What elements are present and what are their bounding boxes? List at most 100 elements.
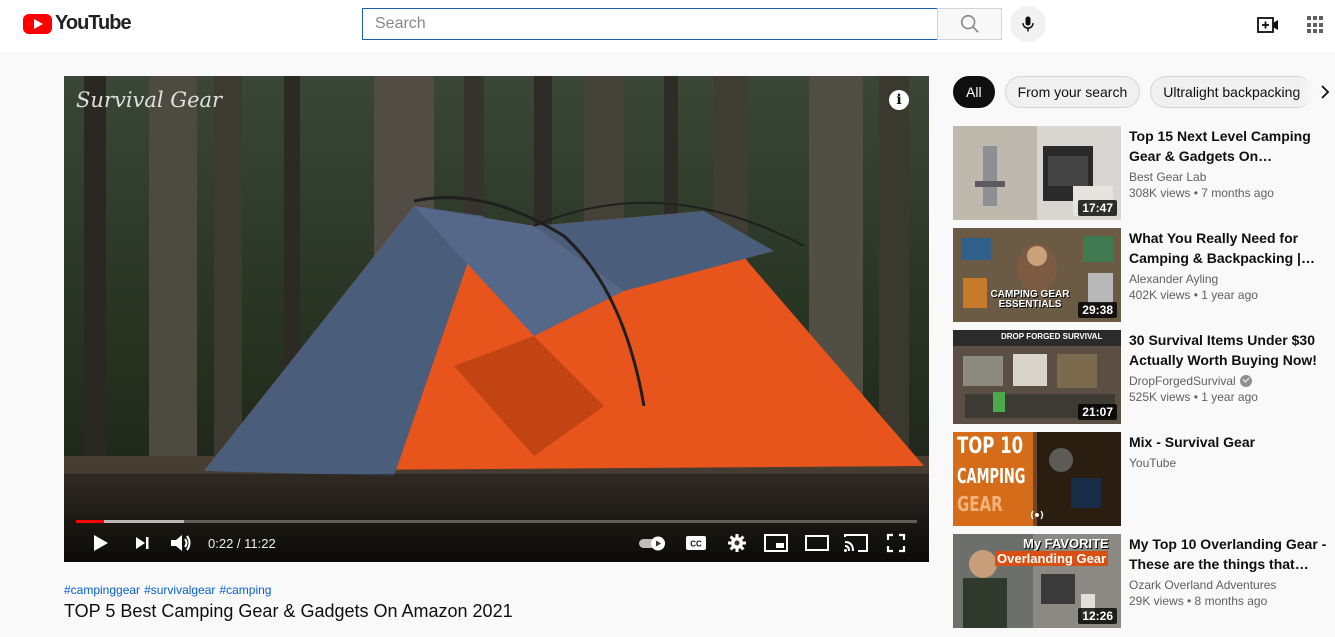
video-stats: 29K views • 8 months ago	[1129, 594, 1268, 608]
captions-icon: CC	[686, 536, 706, 550]
microphone-icon	[1022, 16, 1034, 32]
thumbnail-overlay-text: GEAR	[957, 492, 1003, 516]
filter-chips: All From your search Ultralight backpack…	[953, 76, 1335, 108]
thumbnail-overlay-text: My FAVORITE	[1023, 536, 1109, 551]
video-player[interactable]: Survival Gear i 0:22 / 11:22 CC	[64, 76, 929, 562]
thumbnail-overlay-text: CAMPING GEAR ESSENTIALS	[990, 289, 1070, 310]
chip-all[interactable]: All	[953, 76, 995, 108]
video-thumbnail[interactable]: 17:47	[953, 126, 1121, 220]
volume-button[interactable]	[168, 532, 194, 554]
video-duration: 17:47	[1078, 200, 1117, 216]
progress-played	[76, 520, 104, 523]
channel-name[interactable]: Ozark Overland Adventures	[1129, 578, 1327, 592]
video-meta: #campinggear #survivalgear #camping TOP 5 …	[64, 583, 513, 622]
thumbnail-overlay-text: Overlanding Gear	[995, 551, 1109, 566]
fullscreen-icon	[886, 533, 906, 553]
list-item[interactable]: DROP FORGED SURVIVAL 21:07 30 Survival I…	[953, 330, 1335, 424]
chevron-right-icon	[1321, 85, 1330, 99]
settings-button[interactable]	[725, 532, 749, 554]
masthead: YouTube	[0, 0, 1335, 52]
chip-ultralight-backpacking[interactable]: Ultralight backpacking	[1150, 76, 1314, 108]
thumbnail-overlay-text: TOP 10	[957, 434, 1024, 459]
video-duration: 21:07	[1078, 404, 1117, 420]
miniplayer-button[interactable]	[763, 532, 789, 554]
video-thumbnail[interactable]: My FAVORITE Overlanding Gear 12:26	[953, 534, 1121, 628]
video-thumbnail[interactable]: CAMPING GEAR ESSENTIALS 29:38	[953, 228, 1121, 322]
hashtag-link[interactable]: #campinggear	[64, 583, 140, 597]
youtube-logo[interactable]: YouTube	[23, 12, 132, 35]
video-thumbnail[interactable]: DROP FORGED SURVIVAL 21:07	[953, 330, 1121, 424]
video-title-link[interactable]: 30 Survival Items Under $30 Actually Wor…	[1129, 330, 1327, 370]
mix-overlay	[1037, 432, 1121, 526]
fullscreen-button[interactable]	[884, 532, 908, 554]
svg-text:CC: CC	[690, 540, 702, 549]
time-readout: 0:22 / 11:22	[208, 536, 276, 551]
apps-grid-icon[interactable]	[1305, 14, 1327, 36]
video-title-link[interactable]: What You Really Need for Camping & Backp…	[1129, 228, 1327, 268]
theater-icon	[805, 535, 829, 551]
video-title-link[interactable]: Mix - Survival Gear	[1129, 432, 1327, 452]
next-icon	[136, 537, 149, 549]
chips-next-button[interactable]	[1297, 76, 1335, 108]
video-stats: 402K views • 1 year ago	[1129, 288, 1258, 302]
list-item[interactable]: 17:47 Top 15 Next Level Camping Gear & G…	[953, 126, 1335, 220]
verified-badge-icon	[1239, 375, 1252, 387]
channel-name[interactable]: Alexander Ayling	[1129, 272, 1327, 286]
video-stats: 525K views • 1 year ago	[1129, 390, 1258, 404]
search-bar	[362, 8, 1002, 40]
video-info: Top 15 Next Level Camping Gear & Gadgets…	[1129, 126, 1327, 220]
channel-name-text: Best Gear Lab	[1129, 170, 1207, 184]
chip-from-your-search[interactable]: From your search	[1004, 76, 1141, 108]
channel-name[interactable]: DropForgedSurvival	[1129, 374, 1327, 388]
video-info: Mix - Survival Gear YouTube	[1129, 432, 1327, 526]
progress-bar[interactable]	[76, 520, 917, 523]
hashtag-link[interactable]: #survivalgear	[144, 583, 215, 597]
video-duration: 12:26	[1078, 608, 1117, 624]
channel-name[interactable]: Best Gear Lab	[1129, 170, 1327, 184]
info-icon[interactable]: i	[889, 90, 909, 110]
settings-gear-icon	[728, 534, 746, 552]
list-item[interactable]: TOP 10 CAMPING GEAR Mix - Survival Gear …	[953, 432, 1335, 526]
play-button[interactable]	[88, 532, 112, 554]
play-icon	[94, 535, 108, 551]
live-radio-icon	[1030, 510, 1044, 520]
hashtags: #campinggear #survivalgear #camping	[64, 583, 513, 597]
channel-name-text: YouTube	[1129, 456, 1177, 470]
create-video-icon	[1257, 17, 1278, 33]
channel-name-text: Alexander Ayling	[1129, 272, 1219, 286]
hashtag-link[interactable]: #camping	[219, 583, 271, 597]
captions-button[interactable]: CC	[684, 532, 708, 554]
channel-name-text: Ozark Overland Adventures	[1129, 578, 1277, 592]
autoplay-toggle-icon	[639, 536, 665, 551]
video-stats: 308K views • 7 months ago	[1129, 186, 1274, 200]
channel-name[interactable]: YouTube	[1129, 456, 1327, 470]
video-title-link[interactable]: Top 15 Next Level Camping Gear & Gadgets…	[1129, 126, 1327, 166]
search-icon	[960, 14, 979, 33]
search-button[interactable]	[937, 8, 1002, 40]
mix-thumbnail[interactable]: TOP 10 CAMPING GEAR	[953, 432, 1121, 526]
video-title: TOP 5 Best Camping Gear & Gadgets On Ama…	[64, 601, 513, 621]
list-item[interactable]: My FAVORITE Overlanding Gear 12:26 My To…	[953, 534, 1335, 628]
autoplay-toggle[interactable]	[637, 532, 669, 554]
list-item[interactable]: CAMPING GEAR ESSENTIALS 29:38 What You R…	[953, 228, 1335, 322]
thumbnail-overlay-text: CAMPING	[957, 464, 1026, 488]
logo-text: YouTube	[55, 12, 132, 34]
channel-watermark: Survival Gear	[76, 88, 223, 112]
channel-name-text: DropForgedSurvival	[1129, 374, 1236, 388]
cast-icon	[844, 534, 868, 552]
youtube-play-logo-icon	[23, 13, 52, 34]
video-info: 30 Survival Items Under $30 Actually Wor…	[1129, 330, 1327, 424]
miniplayer-icon	[764, 534, 788, 552]
video-info: What You Really Need for Camping & Backp…	[1129, 228, 1327, 322]
video-title-link[interactable]: My Top 10 Overlanding Gear - These are t…	[1129, 534, 1327, 574]
search-input[interactable]	[362, 8, 937, 40]
next-button[interactable]	[130, 532, 154, 554]
video-duration: 29:38	[1078, 302, 1117, 318]
thumbnail-overlay-text: DROP FORGED SURVIVAL	[1001, 332, 1103, 341]
cast-button[interactable]	[843, 532, 869, 554]
video-info: My Top 10 Overlanding Gear - These are t…	[1129, 534, 1327, 628]
volume-icon	[171, 535, 191, 551]
create-button[interactable]	[1255, 12, 1281, 38]
theater-mode-button[interactable]	[804, 532, 830, 554]
voice-search-button[interactable]	[1010, 6, 1046, 42]
